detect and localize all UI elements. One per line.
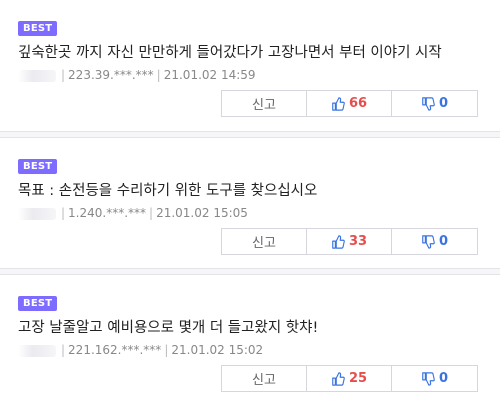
comment-meta: | 1.240.***.*** | 21.01.02 15:05 bbox=[18, 206, 248, 220]
downvote-count: 0 bbox=[438, 234, 449, 249]
best-badge: BEST bbox=[18, 296, 58, 311]
comment-text: 목표 : 손전등을 수리하기 위한 도구를 찾으십시오 bbox=[18, 183, 318, 199]
downvote-button[interactable]: 0 bbox=[391, 228, 478, 255]
comment-ip: 221.162.***.*** bbox=[68, 343, 162, 357]
comment-item: BEST 목표 : 손전등을 수리하기 위한 도구를 찾으십시오 | 1.240.… bbox=[0, 137, 500, 269]
downvote-count: 0 bbox=[438, 96, 449, 111]
upvote-count: 66 bbox=[348, 96, 368, 111]
comment-actions: 신고 33 0 bbox=[221, 228, 478, 255]
comment-date: 21.01.02 14:59 bbox=[163, 68, 256, 82]
thumbs-up-icon bbox=[332, 234, 345, 249]
thumbs-up-icon bbox=[332, 96, 345, 111]
comment-date: 21.01.02 15:05 bbox=[156, 206, 248, 220]
thumbs-down-icon bbox=[422, 96, 435, 111]
comment-text: 고장 날줄알고 예비용으로 몇개 더 들고왔지 핫챠! bbox=[18, 320, 319, 336]
thumbs-up-icon bbox=[332, 371, 345, 386]
comment-item: BEST 고장 날줄알고 예비용으로 몇개 더 들고왔지 핫챠! | 221.16… bbox=[0, 274, 500, 405]
upvote-button[interactable]: 66 bbox=[306, 90, 392, 117]
comment-meta: | 223.39.***.*** | 21.01.02 14:59 bbox=[18, 68, 256, 82]
best-badge: BEST bbox=[18, 159, 58, 174]
comment-item: BEST 깊숙한곳 까지 자신 만만하게 들어갔다가 고장나면서 부터 이야기 … bbox=[0, 0, 500, 132]
comment-date: 21.01.02 15:02 bbox=[171, 343, 264, 357]
comment-actions: 신고 66 0 bbox=[221, 90, 478, 117]
blurred-nickname bbox=[18, 207, 56, 220]
upvote-button[interactable]: 25 bbox=[306, 365, 392, 392]
comment-meta: | 221.162.***.*** | 21.01.02 15:02 bbox=[18, 343, 263, 357]
downvote-button[interactable]: 0 bbox=[391, 365, 478, 392]
comment-ip: 1.240.***.*** bbox=[68, 206, 147, 220]
best-comments-list: BEST 깊숙한곳 까지 자신 만만하게 들어갔다가 고장나면서 부터 이야기 … bbox=[0, 0, 500, 405]
thumbs-down-icon bbox=[422, 234, 435, 249]
thumbs-down-icon bbox=[422, 371, 435, 386]
upvote-count: 33 bbox=[348, 234, 368, 249]
report-button[interactable]: 신고 bbox=[221, 228, 307, 255]
downvote-count: 0 bbox=[438, 371, 449, 386]
report-button[interactable]: 신고 bbox=[221, 365, 307, 392]
comment-text: 깊숙한곳 까지 자신 만만하게 들어갔다가 고장나면서 부터 이야기 시작 bbox=[18, 45, 442, 61]
comment-ip: 223.39.***.*** bbox=[68, 68, 154, 82]
blurred-nickname bbox=[18, 344, 56, 357]
downvote-button[interactable]: 0 bbox=[391, 90, 478, 117]
blurred-nickname bbox=[18, 69, 56, 82]
report-button[interactable]: 신고 bbox=[221, 90, 307, 117]
upvote-count: 25 bbox=[348, 371, 368, 386]
upvote-button[interactable]: 33 bbox=[306, 228, 392, 255]
best-badge: BEST bbox=[18, 21, 58, 36]
comment-actions: 신고 25 0 bbox=[221, 365, 478, 392]
